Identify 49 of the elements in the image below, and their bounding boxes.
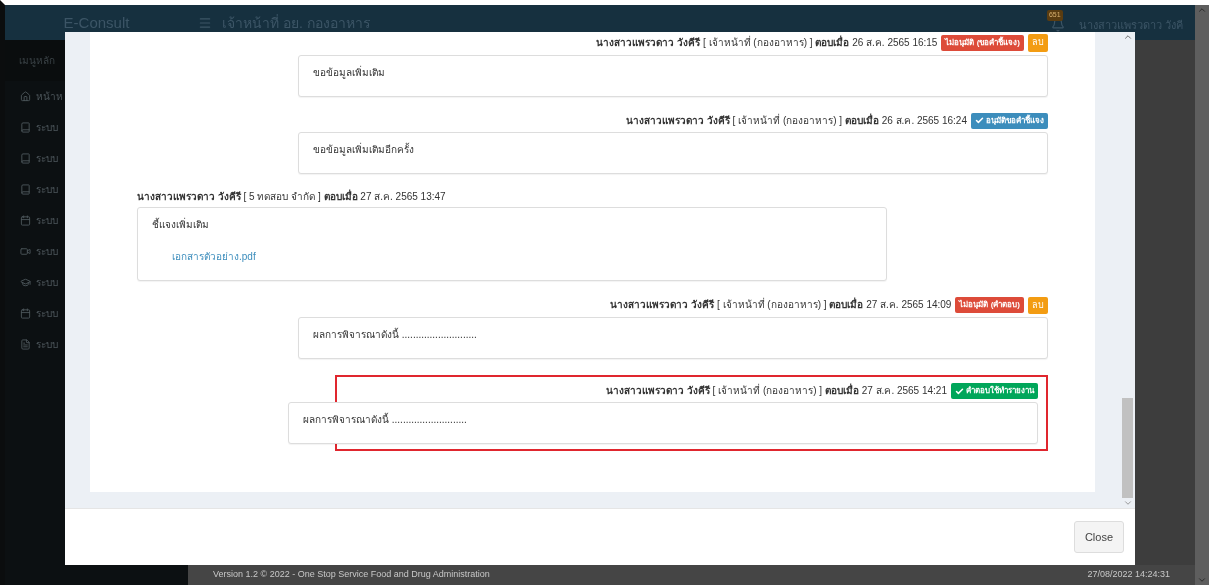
sidebar-icon (20, 308, 31, 319)
delete-button[interactable]: ลบ (1028, 34, 1048, 52)
status-label: คำตอบใช้ทำรายงาน (951, 383, 1038, 399)
sidebar-item[interactable]: ระบบ (5, 143, 58, 174)
scrollbar-thumb[interactable] (1122, 398, 1133, 498)
sidebar-icon (20, 277, 31, 288)
bell-icon[interactable] (1050, 18, 1065, 32)
message-meta: นางสาวแพรวดาว วังคีรี [ เจ้าหน้าที่ (กองอาหาร) ] ตอบเมื่อ 27 ส.ค. 2565 14:21 (606, 384, 947, 398)
sidebar-icon (20, 91, 31, 102)
menu-icon[interactable] (198, 16, 212, 30)
message-text: ชี้แจงเพิ่มเติม (152, 217, 210, 232)
attachment-link[interactable]: เอกสารตัวอย่าง.pdf (172, 249, 872, 264)
sidebar-item[interactable]: ระบบ (5, 267, 58, 298)
footer-version: Version 1.2 © 2022 - One Stop Service Food and Drug Administration (213, 568, 490, 582)
status-label: อนุมัติขอคำชี้แจง (971, 112, 1048, 129)
message-meta: นางสาวแพรวดาว วังคีรี [ เจ้าหน้าที่ (กองอาหาร) ] ตอบเมื่อ 26 ส.ค. 2565 16:15 (596, 35, 938, 50)
status-label: ไม่อนุมัติ (ขอคำชี้แจง) (941, 34, 1024, 51)
scroll-down-icon[interactable] (1197, 575, 1207, 585)
close-button[interactable]: Close (1073, 520, 1124, 554)
delete-button[interactable]: ลบ (1028, 296, 1048, 314)
sidebar-item[interactable]: หน้าห (5, 81, 63, 112)
message-text: ผลการพิจารณาดังนี้ ........................... (303, 413, 468, 427)
scroll-up-icon[interactable] (1122, 32, 1133, 42)
modal-scrollbar[interactable] (1120, 32, 1135, 508)
message-meta: นางสาวแพรวดาว วังคีรี [ เจ้าหน้าที่ (กองอาหาร) ] ตอบเมื่อ 26 ส.ค. 2565 16:24 (626, 113, 967, 128)
message-meta: นางสาวแพรวดาว วังคีรี [ เจ้าหน้าที่ (กองอาหาร) ] ตอบเมื่อ 27 ส.ค. 2565 14:09 (610, 298, 952, 313)
scroll-down-icon[interactable] (1122, 498, 1133, 508)
check-icon (975, 116, 984, 125)
sidebar-item[interactable]: ระบบ (5, 329, 58, 360)
scroll-up-icon[interactable] (1197, 5, 1207, 15)
check-icon (955, 386, 964, 396)
footer-datetime: 27/08/2022 14:24:31 (1087, 568, 1170, 582)
message-text: ขอข้อมูลเพิ่มเติมอีกครั้ง (313, 142, 415, 157)
sidebar-icon (20, 153, 31, 164)
sidebar-item[interactable]: ระบบ (5, 236, 58, 267)
sidebar-item[interactable]: ระบบ (5, 112, 58, 143)
sidebar-item[interactable]: ระบบ (5, 174, 58, 205)
page-scrollbar[interactable] (1195, 5, 1209, 585)
sidebar-item[interactable]: ระบบ (5, 205, 58, 236)
sidebar-item[interactable]: ระบบ (5, 298, 58, 329)
message-text: ขอข้อมูลเพิ่มเติม (313, 65, 386, 80)
message-text: ผลการพิจารณาดังนี้ ........................... (313, 328, 478, 342)
sidebar-icon (20, 184, 31, 195)
message-meta: นางสาวแพรวดาว วังคีรี [ 5 ทดสอบ จำกัด ] ตอบเมื่อ 27 ส.ค. 2565 13:47 (137, 189, 446, 204)
status-label: ไม่อนุมัติ (คำตอบ) (955, 297, 1024, 314)
sidebar-icon (20, 122, 31, 133)
sidebar-icon (20, 215, 31, 226)
sidebar-icon (20, 339, 31, 350)
sidebar-icon (20, 246, 31, 257)
